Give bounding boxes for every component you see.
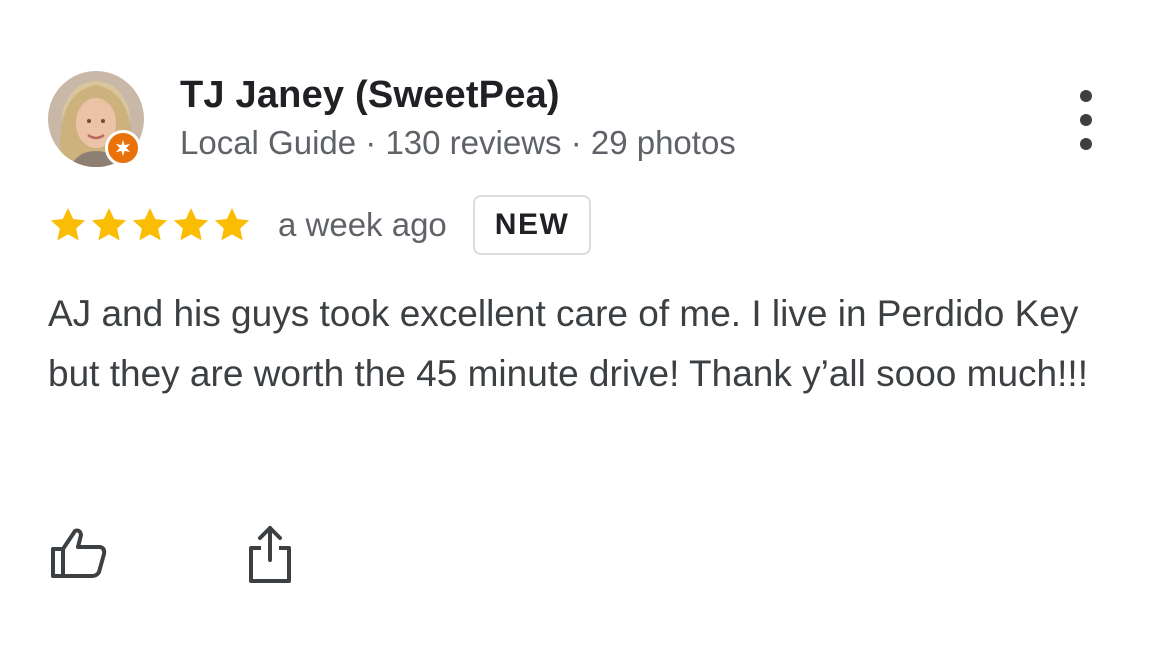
share-button[interactable] xyxy=(244,524,296,586)
star-icon xyxy=(132,208,168,241)
like-button[interactable] xyxy=(48,524,108,584)
star-rating xyxy=(48,205,253,245)
review-text: AJ and his guys took excellent care of m… xyxy=(48,293,1088,394)
rating-row: a week ago NEW xyxy=(48,193,592,257)
star-icon xyxy=(50,208,86,241)
new-badge: NEW xyxy=(472,195,592,255)
star-icon xyxy=(214,208,250,241)
more-vert-icon xyxy=(1080,90,1092,102)
author-name[interactable]: TJ Janey (SweetPea) xyxy=(180,74,560,117)
more-options-button[interactable] xyxy=(1064,90,1108,150)
more-vert-icon-dot xyxy=(1080,138,1092,150)
review-time: a week ago xyxy=(278,206,447,243)
author-meta: Local Guide · 130 reviews · 29 photos xyxy=(180,124,736,161)
avatar[interactable] xyxy=(48,71,144,167)
share-icon xyxy=(249,526,291,583)
local-guide-star-icon xyxy=(115,139,131,157)
more-vert-icon-dot xyxy=(1080,114,1092,126)
local-guide-badge xyxy=(105,130,141,166)
thumbs-up-icon xyxy=(51,528,107,578)
review-card: TJ Janey (SweetPea) Local Guide · 130 re… xyxy=(0,0,1170,647)
star-icon xyxy=(173,208,209,241)
star-icon xyxy=(91,208,127,241)
